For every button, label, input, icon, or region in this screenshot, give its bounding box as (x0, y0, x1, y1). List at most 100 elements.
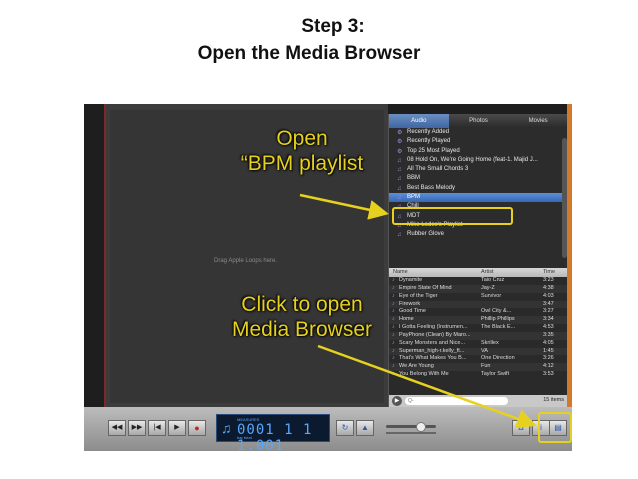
playlist-icon: ♫ (397, 185, 402, 192)
track-name: Firework (399, 300, 421, 307)
track-time: 3:23 (543, 277, 554, 283)
lcd-display[interactable]: ♫ MEASURES 0001 1 1 1.001 bar beat (216, 414, 330, 451)
track-row[interactable]: ♪ Superman_high-r.kelly_ft... VA 1:45 (389, 347, 568, 356)
track-row[interactable]: ♪ You Belong With Me Taylor Swift 3:53 (389, 371, 568, 379)
audio-file-icon: ♪ (392, 347, 395, 354)
tab-audio[interactable]: Audio (389, 114, 449, 128)
track-name: We Are Young (399, 363, 434, 370)
track-artist: The Black E... (481, 324, 516, 331)
playlist-icon: ♫ (397, 176, 402, 183)
track-name: Dynamite (399, 277, 423, 283)
column-time[interactable]: Time (543, 269, 555, 275)
slide-title-step: Step 3: (301, 16, 365, 37)
playlist-list: ⚙ Recently Added ⚙ Recently Played ⚙ Top 25 M… (389, 128, 568, 268)
bpm-highlight-box (392, 207, 513, 225)
rewind-button[interactable]: ◀◀ (108, 420, 126, 436)
playlist-icon: ♫ (397, 167, 402, 174)
track-row[interactable]: ♪ Firework 3:47 (389, 300, 568, 309)
track-row[interactable]: ♪ That's What Makes You B... One Direction… (389, 355, 568, 363)
track-row[interactable]: ♪ Dynamite Taio Cruz 3:23 (389, 277, 568, 285)
playlist-item[interactable]: ♫ BBM (389, 174, 568, 183)
playlist-item[interactable]: ♫ BPM (389, 193, 568, 203)
items-count: 15 items (543, 397, 564, 403)
track-row[interactable]: ♪ Empire State Of Mind Jay-Z 4:38 (389, 284, 568, 293)
playlist-item[interactable]: ♫ All The Small Chords 3 (389, 165, 568, 174)
callout-open-bpm: Open “BPM playlist (232, 126, 372, 176)
fast-forward-button[interactable]: ▶▶ (128, 420, 146, 436)
audio-file-icon: ♪ (392, 339, 395, 346)
playlist-item[interactable]: ♫ Rubber Glove (389, 230, 568, 239)
track-row[interactable]: ♪ Good Time Owl City &... 3:27 (389, 308, 568, 316)
track-time: 3:53 (543, 371, 554, 378)
track-time: 4:03 (543, 292, 554, 299)
audio-file-icon: ♪ (392, 316, 395, 323)
music-note-icon: ♫ (221, 420, 232, 436)
track-time: 3:47 (543, 300, 554, 307)
track-time: 4:53 (543, 324, 554, 331)
playlist-item[interactable]: ⚙ Recently Added (389, 128, 568, 137)
media-browser: Audio Photos Movies ⚙ Recently Added ⚙ Rece… (388, 114, 568, 407)
record-button[interactable]: ● (188, 420, 206, 436)
playlist-label: BPM (407, 194, 421, 201)
track-row[interactable]: ♪ Home Phillip Phillips 3:34 (389, 316, 568, 325)
playlist-label: Rubber Glove (407, 231, 445, 238)
audio-file-icon: ♪ (392, 371, 395, 378)
track-name: I Gotta Feeling (Instrumen... (399, 324, 468, 331)
column-name[interactable]: Name (393, 269, 408, 275)
track-name: Empire State Of Mind (399, 284, 452, 291)
callout-open-line1: Open (276, 127, 328, 150)
volume-knob[interactable] (416, 422, 426, 432)
track-name: Home (399, 316, 414, 323)
track-name: Eye of the Tiger (399, 292, 438, 299)
audio-file-icon: ♪ (392, 363, 395, 370)
metronome-button[interactable]: ▲ (356, 420, 374, 436)
track-time: 4:38 (543, 284, 554, 291)
track-time: 4:05 (543, 339, 554, 346)
drag-loops-hint: Drag Apple Loops here. (214, 258, 278, 264)
track-artist: Jay-Z (481, 284, 495, 291)
track-row[interactable]: ♪ PayPhone (Clean) By Maro... 3:35 (389, 331, 568, 340)
playlist-item[interactable]: ♫ Best Bass Melody (389, 184, 568, 193)
go-to-beginning-button[interactable]: |◀ (148, 420, 166, 436)
playlist-item[interactable]: ⚙ Top 25 Most Played (389, 147, 568, 156)
audio-file-icon: ♪ (392, 300, 395, 307)
media-tabs: Audio Photos Movies (389, 114, 568, 128)
track-artist: Taylor Swift (481, 371, 510, 378)
track-row[interactable]: ♪ Eye of the Tiger Survivor 4:03 (389, 293, 568, 301)
callout-click-media: Click to open Media Browser (222, 292, 382, 342)
column-artist[interactable]: Artist (481, 269, 494, 275)
track-time: 3:26 (543, 355, 554, 362)
tab-movies[interactable]: Movies (508, 114, 568, 128)
track-row[interactable]: ♪ We Are Young Fun 4:12 (389, 363, 568, 372)
playlist-item[interactable]: ♫ 08 Hold On, We're Going Home (feat-1. M… (389, 156, 568, 165)
preview-play-button[interactable]: ▶ (392, 396, 402, 406)
smart-playlist-icon: ⚙ (397, 148, 403, 155)
master-volume-slider[interactable] (386, 422, 436, 432)
playlist-item[interactable]: ⚙ Recently Played (389, 137, 568, 146)
track-name: You Belong With Me (399, 371, 449, 378)
track-artist: Owl City &... (481, 308, 512, 315)
play-button[interactable]: ▶ (168, 420, 186, 436)
playlist-label: All The Small Chords 3 (407, 166, 469, 173)
callout-click-line2: Media Browser (231, 318, 373, 341)
track-row[interactable]: ♪ I Gotta Feeling (Instrumen... The Black … (389, 324, 568, 332)
playlist-label: 08 Hold On, We're Going Home (feat-1. Ma… (407, 156, 538, 163)
track-list-header: Name Artist Time (389, 268, 568, 277)
playlist-label: Top 25 Most Played (407, 147, 460, 154)
track-name: Scary Monsters and Nice... (399, 339, 466, 346)
media-search-input[interactable]: Q- (405, 397, 508, 405)
tab-photos[interactable]: Photos (449, 114, 509, 128)
volume-meter (386, 432, 436, 434)
audio-file-icon: ♪ (392, 308, 395, 315)
callout-open-line2: “BPM playlist (240, 152, 364, 175)
playlist-label: Recently Played (407, 138, 451, 145)
track-row[interactable]: ♪ Scary Monsters and Nice... Skrillex 4:05 (389, 340, 568, 348)
track-time: 4:12 (543, 363, 554, 370)
track-name: That's What Makes You B... (399, 355, 467, 362)
track-artist: Skrillex (481, 339, 499, 346)
transport-bar: ◀◀ ▶▶ |◀ ▶ ● ♫ MEASURES 0001 1 1 1.001 b… (84, 407, 572, 451)
track-name: PayPhone (Clean) By Maro... (399, 331, 471, 338)
cycle-button[interactable]: ↻ (336, 420, 354, 436)
loop-browser-button[interactable]: Ω (512, 420, 530, 436)
track-artist: One Direction (481, 355, 515, 362)
